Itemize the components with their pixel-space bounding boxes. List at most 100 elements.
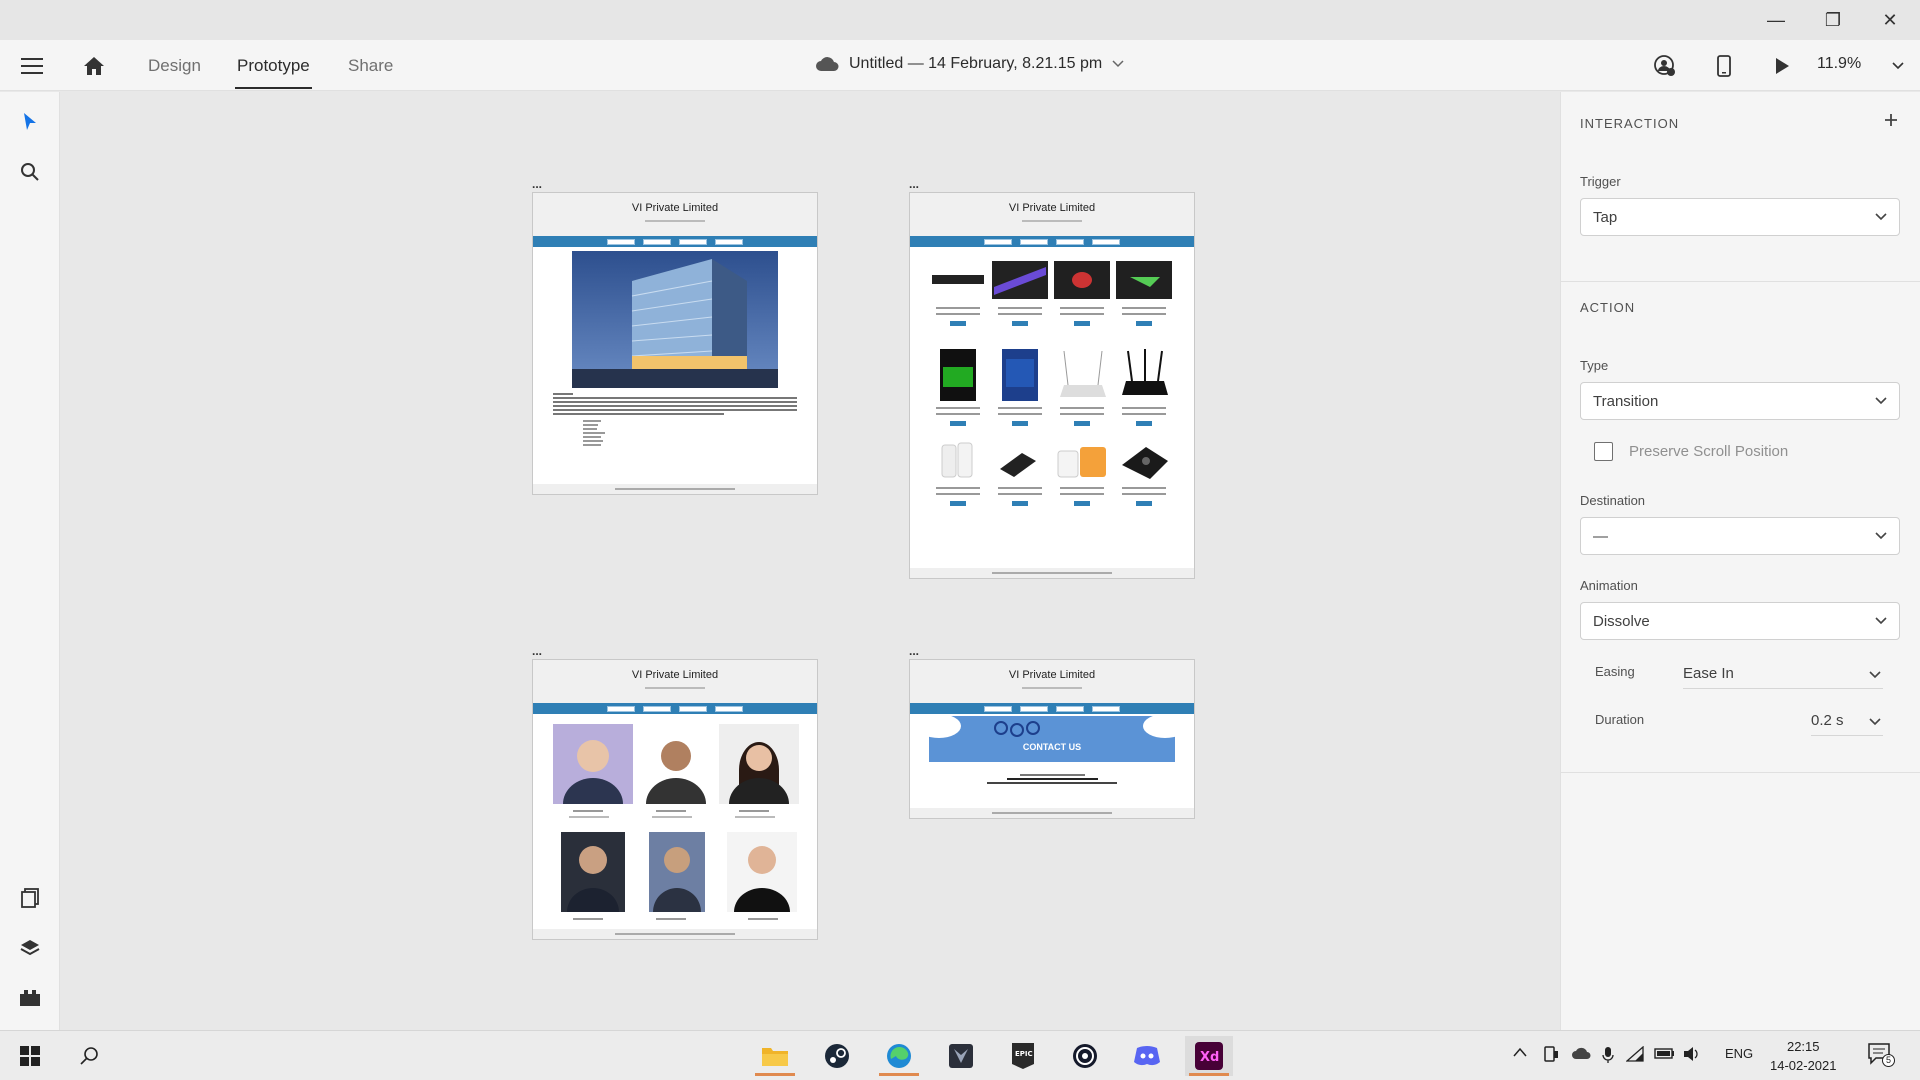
taskbar-search-button[interactable] [66, 1036, 114, 1076]
clock-time: 22:15 [1786, 1039, 1820, 1054]
type-value: Transition [1593, 392, 1659, 410]
edge-app[interactable] [875, 1036, 923, 1076]
artboard-nav-bar [910, 703, 1194, 714]
tray-onedrive-button[interactable] [1571, 1046, 1591, 1063]
contact-details [987, 774, 1117, 784]
artboard-title: VI Private Limited [631, 202, 719, 214]
cloud-decoration [929, 716, 1175, 738]
artboard-products[interactable]: VI Private Limited [909, 192, 1195, 579]
artboard-home-handle[interactable]: ... [532, 178, 542, 190]
system-clock[interactable]: 22:15 14-02-2021 [1770, 1037, 1837, 1075]
adobe-xd-icon: Xd [1195, 1042, 1223, 1070]
close-icon: ✕ [1882, 9, 1898, 30]
tab-design[interactable]: Design [148, 56, 201, 76]
windows-logo-icon [20, 1046, 40, 1066]
device-preview-button[interactable] [1706, 48, 1742, 84]
artboard-contact-handle[interactable]: ... [909, 645, 919, 657]
document-assets-button[interactable] [12, 880, 48, 916]
window-title-bar: — ❐ ✕ [0, 0, 1920, 40]
artboard-footer [910, 808, 1194, 818]
close-button[interactable]: ✕ [1862, 0, 1918, 40]
preserve-scroll-checkbox[interactable] [1594, 442, 1613, 461]
ubisoft-app[interactable] [1061, 1036, 1109, 1076]
easing-value: Ease In [1683, 665, 1734, 682]
tray-battery-button[interactable] [1654, 1046, 1676, 1063]
tray-phone-icon-button[interactable] [1543, 1046, 1559, 1065]
easing-dropdown[interactable]: Ease In [1683, 659, 1883, 689]
hamburger-menu-button[interactable] [14, 48, 50, 84]
discord-app[interactable] [1123, 1036, 1171, 1076]
type-label: Type [1580, 358, 1609, 373]
layers-button[interactable] [12, 930, 48, 966]
zoom-level[interactable]: 11.9% [1817, 55, 1861, 73]
tray-microphone-button[interactable] [1602, 1046, 1614, 1067]
show-hidden-icons-button[interactable] [1512, 1046, 1528, 1061]
tray-volume-button[interactable] [1683, 1046, 1701, 1065]
destination-dropdown[interactable]: — [1580, 517, 1900, 555]
artboard-header: VI Private Limited [910, 660, 1194, 703]
design-canvas[interactable]: ... VI Private Limited ... VI Private Li… [61, 92, 1559, 1030]
chevron-down-icon [1112, 60, 1124, 68]
edge-browser-icon [887, 1044, 911, 1068]
left-toolbar [0, 92, 60, 1030]
start-button[interactable] [6, 1036, 54, 1076]
action-center-button[interactable]: 5 [1868, 1043, 1895, 1068]
chevron-down-icon [1875, 532, 1887, 540]
product-row-1 [930, 261, 1172, 299]
cloud-icon [816, 57, 839, 71]
document-title[interactable]: Untitled — 14 February, 8.21.15 pm [815, 55, 1124, 73]
plugins-button[interactable] [12, 980, 48, 1016]
restore-button[interactable]: ❐ [1805, 0, 1861, 40]
artboard-nav-bar [533, 236, 817, 247]
chevron-down-icon [1875, 397, 1887, 405]
minimize-button[interactable]: — [1748, 0, 1804, 40]
play-icon [1776, 58, 1789, 74]
chevron-up-icon [1513, 1047, 1527, 1057]
artboard-subtitle-line [645, 220, 705, 222]
home-button[interactable] [76, 48, 112, 84]
tab-share[interactable]: Share [348, 56, 393, 76]
preserve-scroll-label: Preserve Scroll Position [1629, 443, 1789, 460]
tray-network-button[interactable] [1625, 1045, 1644, 1065]
contact-us-banner: CONTACT US [929, 716, 1175, 762]
artboard-subtitle-line [1022, 220, 1082, 222]
play-preview-button[interactable] [1764, 48, 1800, 84]
artboard-nav-bar [533, 703, 817, 714]
document-title-text: Untitled — 14 February, 8.21.15 pm [849, 55, 1103, 72]
select-tool-button[interactable] [12, 104, 48, 140]
product-row-2 [940, 349, 1168, 401]
svg-text:Xd: Xd [1200, 1050, 1219, 1065]
zoom-tool-button[interactable] [12, 154, 48, 190]
steam-app[interactable] [813, 1036, 861, 1076]
artboard-subtitle-line [645, 687, 705, 689]
artboard-title: VI Private Limited [1008, 202, 1096, 214]
duration-value: 0.2 s [1811, 712, 1844, 729]
adobe-xd-app[interactable]: Xd [1185, 1036, 1233, 1076]
tab-prototype[interactable]: Prototype [235, 56, 312, 89]
chevron-down-icon [1875, 213, 1887, 221]
restore-icon: ❐ [1824, 9, 1842, 30]
chevron-down-icon [1869, 671, 1881, 679]
epic-games-app[interactable]: EPIC [999, 1036, 1047, 1076]
artboard-products-handle[interactable]: ... [909, 178, 919, 190]
artboard-contact[interactable]: VI Private Limited CONTACT US [909, 659, 1195, 819]
zoom-dropdown[interactable] [1880, 48, 1916, 84]
file-explorer-app[interactable] [751, 1036, 799, 1076]
type-dropdown[interactable]: Transition [1580, 382, 1900, 420]
animation-dropdown[interactable]: Dissolve [1580, 602, 1900, 640]
duration-dropdown[interactable]: 0.2 s [1811, 706, 1883, 736]
phone-link-icon [1544, 1046, 1558, 1062]
share-user-button[interactable] [1647, 48, 1683, 84]
epic-games-icon: EPIC [1012, 1043, 1034, 1069]
trigger-value: Tap [1593, 208, 1618, 226]
input-language[interactable]: ENG [1725, 1046, 1753, 1061]
artboard-people[interactable]: VI Private Limited [532, 659, 818, 940]
predator-sense-app[interactable] [937, 1036, 985, 1076]
chevron-down-icon [1875, 617, 1887, 625]
artboard-people-handle[interactable]: ... [532, 645, 542, 657]
trigger-dropdown[interactable]: Tap [1580, 198, 1900, 236]
property-inspector: INTERACTION Trigger Tap ACTION Type Tran… [1560, 92, 1920, 1030]
office-building-image [572, 251, 778, 388]
artboard-home[interactable]: VI Private Limited [532, 192, 818, 495]
add-interaction-button[interactable] [1883, 112, 1899, 133]
